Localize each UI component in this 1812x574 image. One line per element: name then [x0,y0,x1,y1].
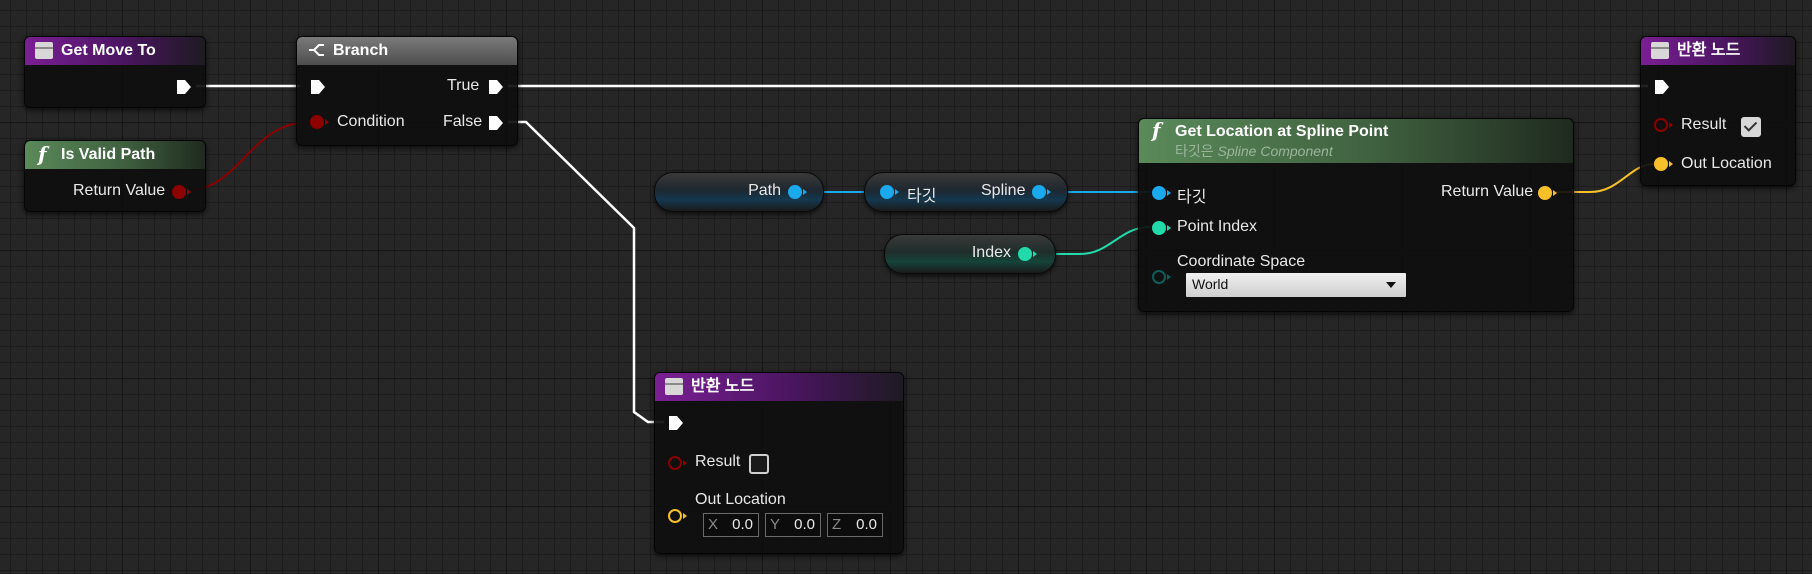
exec-wire-false-return [508,120,664,424]
is-valid-path-node[interactable]: f Is Valid Path Return Value [24,140,206,212]
point-index-label: Point Index [1177,218,1258,235]
path-label: Path [748,182,781,199]
node-title: Is Valid Path [61,146,156,163]
spline-getter-node[interactable]: 타깃 Spline [864,172,1068,212]
exec-false-pin[interactable] [487,114,505,132]
node-title: Branch [333,42,389,59]
coordinate-space-dropdown[interactable]: World [1185,272,1407,298]
return-node-bottom[interactable]: 반환 노드 Result Out Location X 0.0 Y 0.0 Z … [654,372,904,554]
node-header: f Is Valid Path [25,141,205,169]
node-header: Branch [297,37,517,65]
z-axis-label: Z [832,516,842,533]
result-label: Result [695,453,741,470]
function-result-icon [1651,42,1669,59]
return-value-pin[interactable] [1537,185,1557,201]
x-axis-label: X [708,516,719,533]
node-title: 반환 노드 [691,378,755,395]
node-title: Get Location at Spline Point [1175,123,1389,140]
true-label: True [447,77,480,94]
index-variable-node[interactable]: Index [884,234,1056,274]
result-checkbox[interactable] [1741,117,1761,137]
coordinate-space-pin[interactable] [1151,269,1171,285]
y-value: 0.0 [794,516,815,533]
return-value-label: Return Value [73,182,166,199]
node-header: Get Move To [25,37,205,65]
out-location-label: Out Location [695,491,786,508]
out-location-label: Out Location [1681,155,1772,172]
z-field[interactable]: Z 0.0 [827,513,883,537]
z-value: 0.0 [856,516,877,533]
subtitle-prefix: 타깃은 [1175,143,1218,159]
function-icon: f [1152,118,1161,142]
index-label: Index [971,244,1011,261]
node-header: 반환 노드 [1641,37,1795,65]
path-out-pin[interactable] [787,184,807,200]
target-in-pin[interactable] [1151,185,1171,201]
return-node-top[interactable]: 반환 노드 Result Out Location [1640,36,1796,186]
chevron-down-icon [1386,282,1396,288]
out-location-pin[interactable] [667,508,687,524]
node-header: 반환 노드 [655,373,903,401]
exec-in-pin[interactable] [667,414,685,432]
target-label: 타깃 [907,188,937,205]
node-header: f Get Location at Spline Point 타깃은 Splin… [1139,118,1573,163]
subtitle-class: Spline Component [1217,143,1333,159]
condition-label: Condition [337,113,405,130]
branch-icon [309,44,324,56]
result-bool-pin[interactable] [667,455,687,471]
index-out-pin[interactable] [1017,246,1037,262]
branch-node[interactable]: Branch Condition True False [296,36,518,146]
result-bool-pin[interactable] [1653,117,1673,133]
function-result-icon [665,378,683,395]
point-index-pin[interactable] [1151,220,1171,236]
get-location-at-spline-point-node[interactable]: f Get Location at Spline Point 타깃은 Splin… [1138,118,1574,312]
exec-out-pin[interactable] [175,78,193,96]
spline-label: Spline [981,182,1026,199]
out-location-pin[interactable] [1653,156,1673,172]
y-field[interactable]: Y 0.0 [765,513,821,537]
node-subtitle: 타깃은 Spline Component [1175,141,1573,161]
spline-out-pin[interactable] [1031,184,1051,200]
return-value-label: Return Value [1441,183,1534,200]
coordinate-space-label: Coordinate Space [1177,253,1306,270]
function-icon: f [38,142,47,166]
function-entry-icon [35,42,53,59]
target-in-pin[interactable] [879,184,899,200]
condition-pin[interactable] [309,114,329,130]
bool-wire-valid-condition [187,121,311,191]
result-checkbox[interactable] [749,454,769,474]
path-variable-node[interactable]: Path [654,172,824,212]
x-field[interactable]: X 0.0 [703,513,759,537]
exec-true-pin[interactable] [487,78,505,96]
exec-in-pin[interactable] [1653,78,1671,96]
node-title: Get Move To [61,42,156,59]
node-title: 반환 노드 [1677,42,1741,59]
y-axis-label: Y [770,516,781,533]
exec-in-pin[interactable] [309,78,327,96]
coordinate-space-value: World [1192,276,1229,292]
get-move-to-node[interactable]: Get Move To [24,36,206,108]
result-label: Result [1681,116,1727,133]
false-label: False [443,113,483,130]
x-value: 0.0 [732,516,753,533]
target-label: 타깃 [1177,189,1207,206]
bool-out-pin[interactable] [171,184,191,200]
